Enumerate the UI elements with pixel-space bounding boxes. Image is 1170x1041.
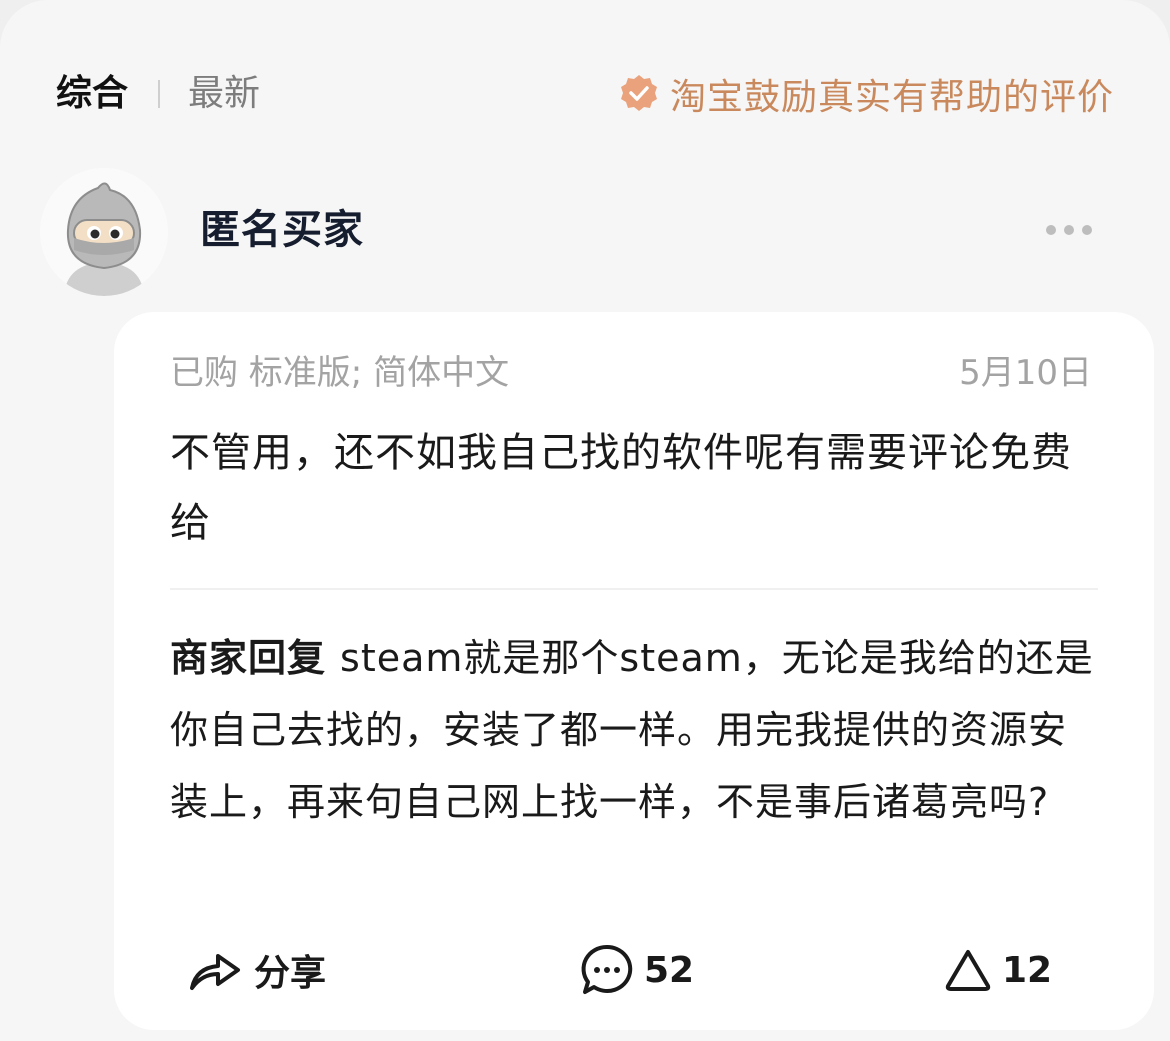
seller-reply: 商家回复 steam就是那个steam，无论是我给的还是你自己去找的，安装了都一样…	[170, 622, 1100, 838]
tab-divider	[158, 80, 160, 108]
authentic-review-notice: 淘宝鼓励真实有帮助的评价	[618, 70, 1114, 118]
authentic-review-text: 淘宝鼓励真实有帮助的评价	[669, 77, 1114, 118]
review-page: 综合 最新 淘宝鼓励真实有帮助的评价 匿名买家 已购 标准版; 简体中文 5月1…	[0, 0, 1170, 1041]
review-text: 不管用，还不如我自己找的软件呢有需要评论免费给	[170, 430, 1072, 546]
anonymous-ninja-avatar-icon	[40, 168, 168, 296]
reviewer-name[interactable]: 匿名买家	[200, 204, 364, 256]
verified-badge-icon	[620, 75, 657, 111]
share-icon	[190, 954, 240, 990]
seller-reply-label: 商家回复	[170, 636, 327, 680]
review-date: 5月10日	[959, 353, 1092, 393]
triangle-icon	[945, 950, 991, 991]
review-tabs-bar: 综合 最新 淘宝鼓励真实有帮助的评价	[56, 64, 1114, 124]
useful-button[interactable]: 12	[944, 940, 1052, 1000]
comment-button[interactable]: 52	[580, 940, 694, 1000]
tab-all[interactable]: 综合	[56, 72, 128, 116]
more-options-icon[interactable]	[1046, 220, 1106, 240]
share-button[interactable]: 分享	[188, 940, 326, 1000]
comment-icon	[581, 944, 633, 994]
tab-latest[interactable]: 最新	[188, 72, 260, 116]
useful-count: 12	[1002, 949, 1053, 991]
avatar[interactable]	[40, 168, 168, 296]
review-card: 已购 标准版; 简体中文 5月10日 不管用，还不如我自己找的软件呢有需要评论免…	[114, 312, 1154, 1030]
purchased-variant: 已购 标准版; 简体中文	[170, 353, 510, 393]
share-label: 分享	[254, 953, 327, 994]
comment-count: 52	[644, 949, 695, 991]
divider	[170, 588, 1098, 590]
